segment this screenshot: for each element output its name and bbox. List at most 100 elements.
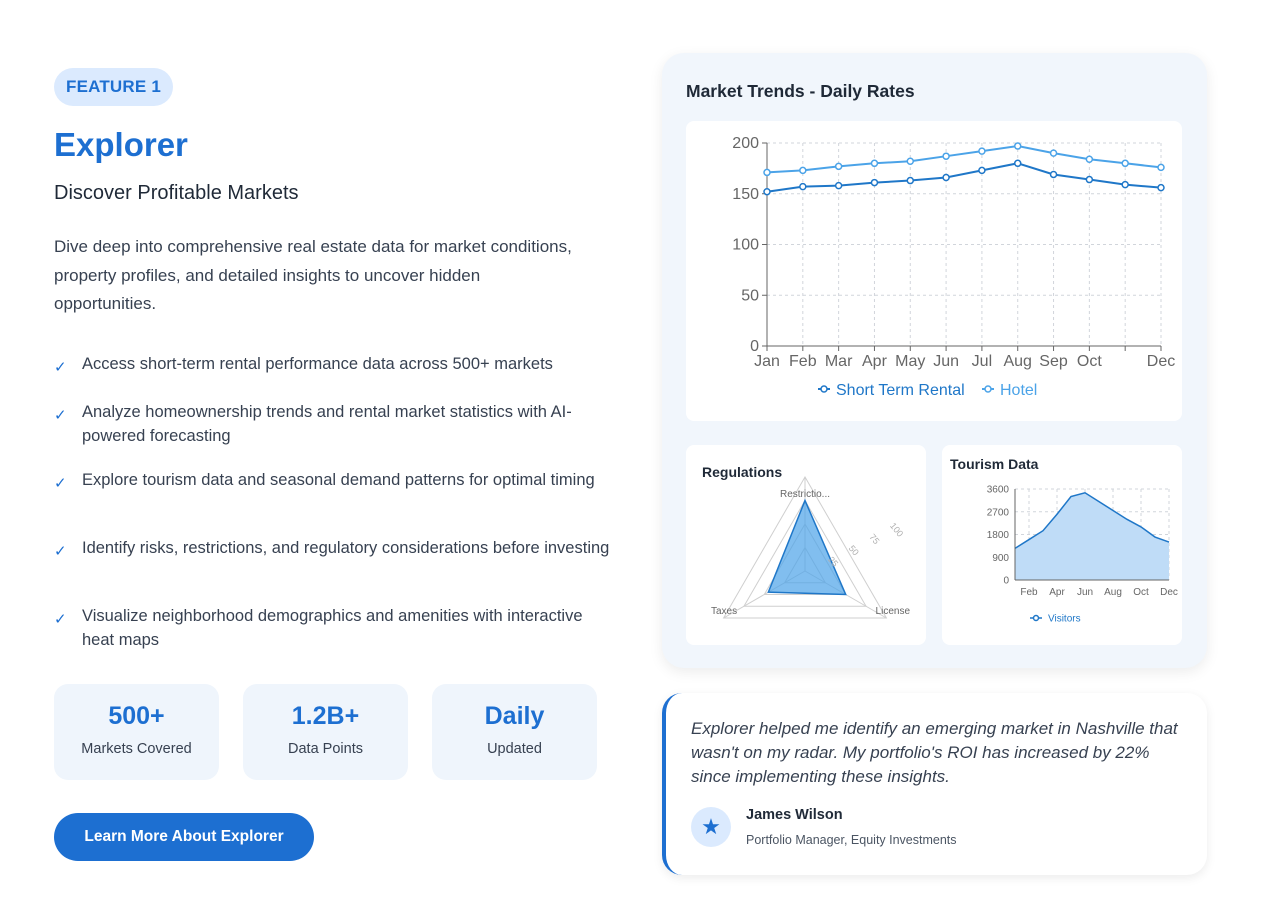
testimonial-role: Portfolio Manager, Equity Investments <box>746 833 957 847</box>
feature-item: ✓ Analyze homeownership trends and rental… <box>54 400 614 448</box>
check-icon: ✓ <box>54 475 67 492</box>
legend-marker <box>820 385 828 393</box>
radar-axis-label: License <box>876 606 911 617</box>
data-point <box>799 166 807 175</box>
regulations-title: Regulations <box>702 464 783 480</box>
feature-item: ✓ Access short-term rental performance da… <box>54 352 614 376</box>
check-icon: ✓ <box>54 359 67 376</box>
stat-value: Daily <box>484 702 545 730</box>
x-tick-label: Feb <box>789 353 817 370</box>
y-tick-label: 3600 <box>987 485 1010 496</box>
x-tick-label: Apr <box>862 353 888 370</box>
data-point <box>1049 149 1058 157</box>
y-tick-label: 1800 <box>987 530 1010 541</box>
y-tick-label: 50 <box>741 287 759 304</box>
data-point <box>942 173 950 182</box>
feature-item: ✓ Identify risks, restrictions, and regul… <box>54 536 614 560</box>
tourism-title: Tourism Data <box>950 456 1039 472</box>
stat-label: Data Points <box>288 741 363 757</box>
y-tick-label: 0 <box>1003 576 1009 587</box>
check-icon: ✓ <box>54 611 67 628</box>
data-point <box>870 178 879 187</box>
data-point <box>906 176 915 185</box>
feature-item: ✓ Explore tourism data and seasonal deman… <box>54 468 614 492</box>
data-point <box>1121 159 1129 168</box>
testimonial-author: James Wilson <box>746 807 843 823</box>
tourism-area-chart: 0 900 1800 2700 3600 Feb Apr Jun Aug Oct Dec Visito… <box>987 485 1178 625</box>
x-tick-label: Mar <box>825 353 853 370</box>
data-point <box>1157 163 1165 172</box>
data-point <box>870 159 879 168</box>
testimonial-card: Explorer helped me identify an emerging … <box>662 693 1207 875</box>
data-point <box>1121 180 1129 189</box>
legend-label: Hotel <box>1000 382 1037 399</box>
data-point <box>834 162 843 171</box>
panel-title: Market Trends - Daily Rates <box>686 81 915 101</box>
stat-card-updated: Daily Updated <box>432 684 597 780</box>
feature-text: Access short-term rental performance dat… <box>82 355 553 373</box>
legend-marker <box>1032 614 1040 622</box>
data-point <box>978 147 986 155</box>
feature-badge: FEATURE 1 <box>54 68 173 106</box>
feature-text: Analyze homeownership trends and rental … <box>82 403 572 445</box>
tourism-card: Tourism Data 0 900 1800 2700 3600 Feb Apr Jun Au… <box>942 445 1182 645</box>
data-point <box>1049 170 1058 179</box>
stat-card-data-points: 1.2B+ Data Points <box>243 684 408 780</box>
area-fill <box>1015 492 1169 580</box>
feature-description: Dive deep into comprehensive real estate… <box>54 237 572 313</box>
feature-text: Identify risks, restrictions, and regula… <box>82 539 610 557</box>
x-tick-label: May <box>895 353 925 370</box>
learn-more-button[interactable]: Learn More About Explorer <box>54 813 314 861</box>
x-tick-label: Oct <box>1133 587 1149 598</box>
x-tick-label: Aug <box>1003 353 1031 370</box>
data-point <box>906 157 915 166</box>
y-tick-label: 150 <box>732 186 759 203</box>
data-point <box>799 182 807 191</box>
stat-value: 1.2B+ <box>291 702 360 730</box>
x-tick-label: Sep <box>1039 353 1068 370</box>
star-icon: ★ <box>691 807 731 847</box>
data-point <box>1013 142 1022 150</box>
x-tick-label: Dec <box>1160 587 1178 598</box>
radar-axis-label: Restrictio... <box>780 489 830 500</box>
daily-rates-line-chart: 050100150200Jan Feb Mar Apr May Jun Jul Aug Sep O… <box>732 135 1175 399</box>
stat-card-markets: 500+ Markets Covered <box>54 684 219 780</box>
x-tick-label: Dec <box>1147 353 1175 370</box>
data-point <box>1085 175 1094 184</box>
radar-area <box>767 498 847 596</box>
feature-text: Visualize neighborhood demographics and … <box>82 607 583 649</box>
data-point <box>834 181 843 190</box>
series-line <box>766 145 1162 174</box>
y-tick-label: 2700 <box>987 507 1010 518</box>
x-tick-label: Jun <box>1077 587 1093 598</box>
regulations-card: Regulations Restrictio... License Taxes 25 5… <box>686 445 926 645</box>
charts-panel: Market Trends - Daily Rates 0 50 100 150 200… <box>662 53 1207 668</box>
page-title: Explorer <box>54 126 188 163</box>
line-chart-card: 0 50 100 150 200 Jan Feb Mar Apr May Jun Jul Aug Sep O… <box>686 121 1182 421</box>
data-point <box>1157 183 1165 192</box>
page-subtitle: Discover Profitable Markets <box>54 182 299 204</box>
radar-tick-label: 50 <box>847 543 861 557</box>
x-tick-label: Jul <box>972 353 992 370</box>
data-point <box>763 187 771 196</box>
stat-label: Updated <box>487 741 542 757</box>
data-point <box>1013 159 1022 168</box>
x-tick-label: Jun <box>933 353 959 370</box>
radar-tick-label: 100 <box>888 521 905 539</box>
data-point <box>978 166 986 175</box>
x-tick-label: Jan <box>754 353 780 370</box>
legend-marker <box>984 385 992 393</box>
y-tick-label: 100 <box>732 237 759 254</box>
stat-label: Markets Covered <box>81 741 192 757</box>
legend-label: Short Term Rental <box>836 382 965 399</box>
feature-text: Explore tourism data and seasonal demand… <box>82 471 595 489</box>
x-tick-label: Feb <box>1020 587 1038 598</box>
check-icon: ✓ <box>54 407 67 424</box>
radar-tick-label: 75 <box>867 532 881 546</box>
x-tick-label: Aug <box>1104 587 1122 598</box>
testimonial-quote: Explorer helped me identify an emerging … <box>691 719 1178 786</box>
data-point <box>1085 155 1094 163</box>
feature-item: ✓ Visualize neighborhood demographics and… <box>54 604 614 652</box>
check-icon: ✓ <box>54 543 67 560</box>
y-tick-label: 900 <box>992 553 1009 564</box>
